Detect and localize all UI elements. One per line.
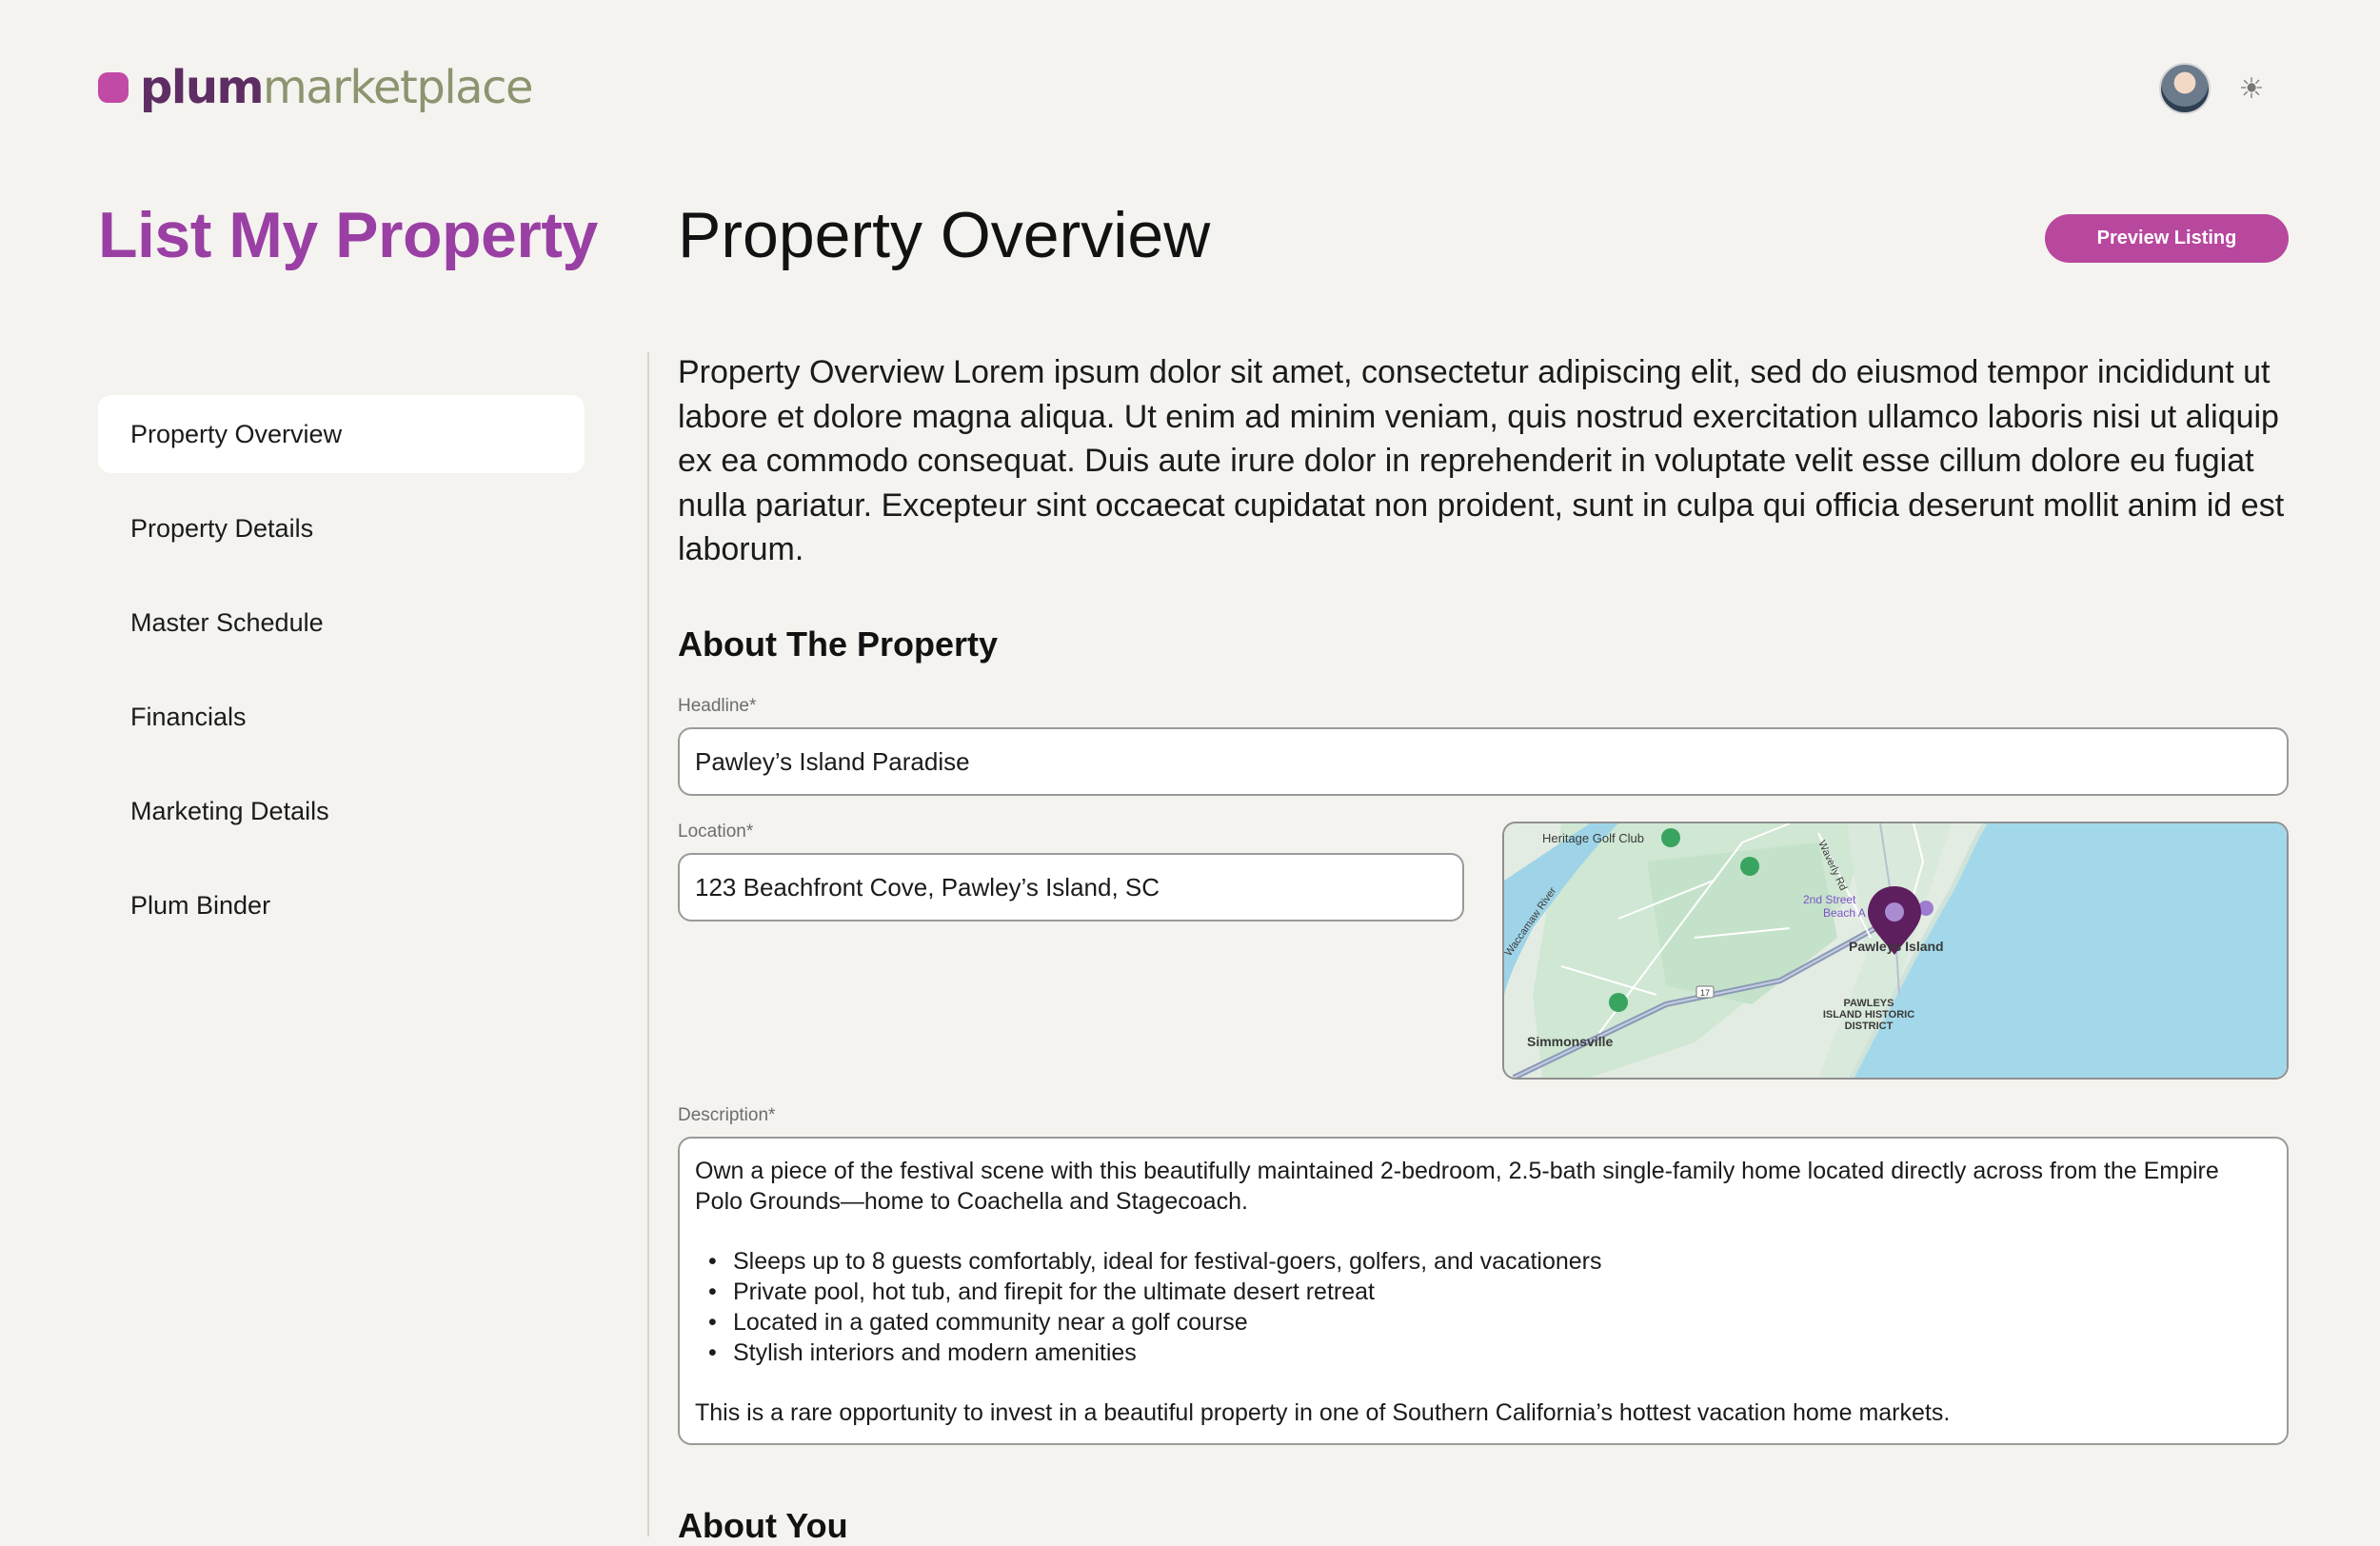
map-label-district-2: ISLAND HISTORIC [1823, 1009, 1914, 1021]
about-you-heading: About You [678, 1506, 848, 1545]
section-title: Property Overview [678, 199, 1211, 271]
map-label-beach: Beach A [1823, 906, 1866, 920]
location-input[interactable] [678, 853, 1464, 922]
intro-paragraph: Property Overview Lorem ipsum dolor sit … [678, 354, 2285, 567]
description-bullet: Stylish interiors and modern amenities [695, 1338, 2271, 1369]
map-label-golf: Heritage Golf Club [1542, 831, 1644, 845]
vertical-divider [647, 352, 649, 1536]
logo-word-plum: plum [140, 61, 265, 114]
map-label-district-1: PAWLEYS [1844, 998, 1894, 1009]
sun-icon[interactable]: ☀ [2235, 72, 2268, 105]
description-bullet: Located in a gated community near a golf… [695, 1308, 2271, 1338]
headline-input[interactable] [678, 727, 2289, 796]
sidebar-nav: Property Overview Property Details Maste… [98, 395, 585, 961]
page-heading: List My Property [98, 199, 598, 271]
description-bullets: Sleeps up to 8 guests comfortably, ideal… [695, 1247, 2271, 1368]
map-label-island: Pawleys Island [1849, 939, 1944, 954]
sidebar-item-master-schedule[interactable]: Master Schedule [98, 584, 585, 662]
description-label: Description* [678, 1105, 776, 1125]
location-map[interactable]: 17 Heritage Golf Club 2nd Street Beach A… [1502, 822, 2289, 1080]
sidebar-item-financials[interactable]: Financials [98, 678, 585, 756]
description-textarea[interactable]: Own a piece of the festival scene with t… [678, 1137, 2289, 1445]
sidebar-item-property-details[interactable]: Property Details [98, 489, 585, 567]
logo-mark-icon [98, 72, 129, 103]
description-closing: This is a rare opportunity to invest in … [695, 1399, 1951, 1427]
plum-marketplace-logo[interactable]: plum marketplace [98, 59, 533, 116]
map-label-town: Simmonsville [1527, 1034, 1613, 1049]
logo-word-marketplace: marketplace [263, 61, 533, 114]
map-label-route: 17 [1700, 988, 1710, 998]
sidebar-item-marketing-details[interactable]: Marketing Details [98, 772, 585, 850]
headline-label: Headline* [678, 696, 757, 716]
about-property-heading: About The Property [678, 624, 999, 664]
user-avatar[interactable] [2159, 63, 2211, 114]
preview-listing-button[interactable]: Preview Listing [2045, 214, 2289, 263]
sidebar-item-plum-binder[interactable]: Plum Binder [98, 866, 585, 944]
description-bullet: Private pool, hot tub, and firepit for t… [695, 1278, 2271, 1308]
map-label-street: 2nd Street [1803, 893, 1856, 906]
description-bullet: Sleeps up to 8 guests comfortably, ideal… [695, 1247, 2271, 1278]
location-label: Location* [678, 822, 754, 842]
sidebar-item-property-overview[interactable]: Property Overview [98, 395, 585, 473]
description-intro: Own a piece of the festival scene with t… [695, 1158, 2219, 1215]
map-label-district-3: DISTRICT [1845, 1021, 1894, 1032]
